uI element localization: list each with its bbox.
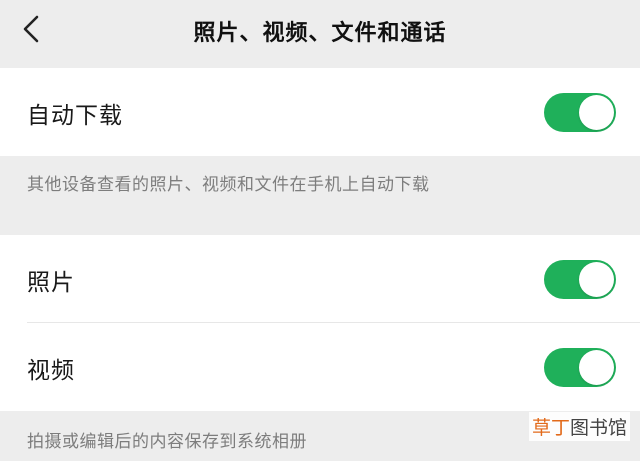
nav-bar: 照片、视频、文件和通话 bbox=[0, 0, 640, 66]
toggle-knob bbox=[579, 95, 614, 130]
page-title: 照片、视频、文件和通话 bbox=[193, 21, 447, 46]
videos-row: 视频 bbox=[0, 323, 640, 411]
media-settings-description: 拍摄或编辑后的内容保存到系统相册 bbox=[27, 432, 307, 452]
photos-toggle[interactable] bbox=[544, 260, 616, 299]
auto-download-toggle[interactable] bbox=[544, 93, 616, 132]
media-settings-group: 照片 视频 bbox=[0, 235, 640, 411]
auto-download-label: 自动下载 bbox=[27, 103, 123, 129]
auto-download-row: 自动下载 bbox=[0, 68, 640, 156]
videos-toggle[interactable] bbox=[544, 348, 616, 387]
photos-label: 照片 bbox=[27, 270, 75, 296]
toggle-knob bbox=[579, 262, 614, 297]
site-watermark: 草丁图书馆 bbox=[528, 412, 630, 441]
settings-page: 照片、视频、文件和通话 自动下载 其他设备查看的照片、视频和文件在手机上自动下载… bbox=[0, 0, 640, 461]
watermark-text: 图书馆 bbox=[569, 417, 627, 439]
watermark-accent: 草丁 bbox=[531, 417, 570, 439]
videos-label: 视频 bbox=[27, 358, 75, 384]
auto-download-group: 自动下载 bbox=[0, 68, 640, 156]
auto-download-description: 其他设备查看的照片、视频和文件在手机上自动下载 bbox=[27, 175, 430, 195]
toggle-knob bbox=[579, 350, 614, 385]
photos-row: 照片 bbox=[0, 235, 640, 323]
